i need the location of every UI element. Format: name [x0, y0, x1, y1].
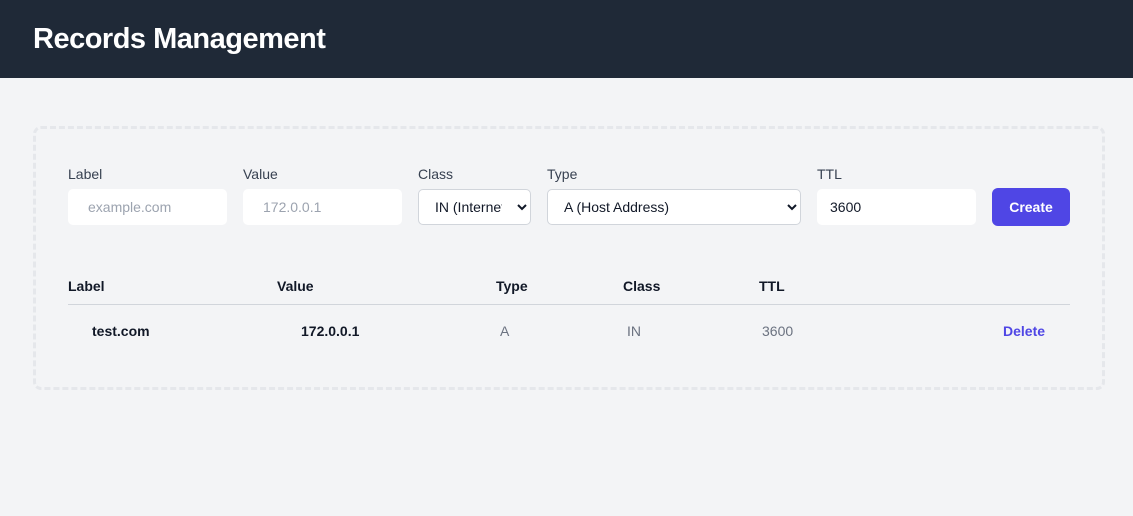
class-select[interactable]: IN (Internet) — [418, 189, 531, 225]
label-input[interactable] — [68, 189, 227, 225]
row-type-cell: A — [500, 323, 510, 339]
column-header-class: Class — [623, 277, 661, 294]
row-class-cell: IN — [627, 323, 641, 339]
type-field-label: Type — [547, 166, 578, 182]
records-table: Label Value Type Class TTL test.com 172.… — [68, 267, 1070, 358]
ttl-field-label: TTL — [817, 166, 842, 182]
column-header-label: Label — [68, 277, 105, 294]
type-select[interactable]: A (Host Address) — [547, 189, 801, 225]
ttl-input[interactable] — [817, 189, 976, 225]
create-button[interactable]: Create — [992, 188, 1070, 226]
column-header-ttl: TTL — [759, 277, 785, 294]
row-ttl-cell: 3600 — [762, 323, 794, 339]
row-label-cell: test.com — [92, 323, 150, 339]
value-field-group: Value — [243, 165, 402, 225]
page-title: Records Management — [33, 22, 326, 55]
type-field-group: Type A (Host Address) — [547, 165, 801, 225]
table-row: test.com 172.0.0.1 A IN 3600 Delete — [68, 305, 1070, 358]
ttl-field-group: TTL — [817, 165, 976, 225]
class-field-group: Class IN (Internet) — [418, 165, 531, 225]
records-panel: Label Value Class IN (Internet) Type A (… — [33, 126, 1105, 390]
value-field-label: Value — [243, 166, 278, 182]
column-header-value: Value — [277, 277, 314, 294]
create-record-form: Label Value Class IN (Internet) Type A (… — [68, 165, 1070, 226]
delete-button[interactable]: Delete — [1003, 323, 1045, 339]
column-header-type: Type — [496, 277, 528, 294]
value-input[interactable] — [243, 189, 402, 225]
table-header-row: Label Value Type Class TTL — [68, 267, 1070, 305]
app-header: Records Management — [0, 0, 1133, 78]
row-value-cell: 172.0.0.1 — [301, 323, 360, 339]
label-field-group: Label — [68, 165, 227, 225]
class-field-label: Class — [418, 166, 454, 182]
label-field-label: Label — [68, 166, 103, 182]
